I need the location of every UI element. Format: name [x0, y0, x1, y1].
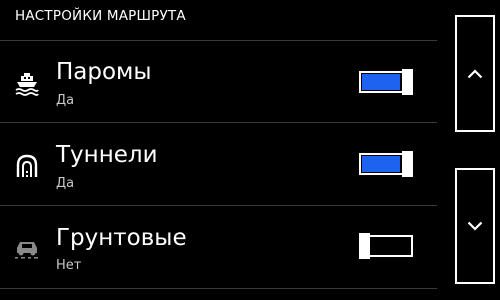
tunnel-icon: [14, 153, 40, 179]
setting-row-tunnels[interactable]: Туннели Да: [0, 123, 437, 205]
toggle-fill: [362, 156, 400, 172]
page-title: НАСТРОЙКИ МАРШРУТА: [15, 8, 186, 24]
unpaved-toggle[interactable]: [359, 233, 413, 259]
setting-status: Да: [56, 176, 75, 191]
scroll-up-button[interactable]: [455, 15, 495, 132]
tunnels-toggle[interactable]: [359, 151, 413, 177]
chevron-down-icon: [467, 221, 483, 231]
toggle-fill: [362, 74, 400, 90]
setting-title: Туннели: [56, 142, 158, 168]
ferries-toggle[interactable]: [359, 69, 413, 95]
toggle-thumb: [402, 151, 413, 177]
divider: [0, 288, 437, 289]
setting-row-unpaved[interactable]: Грунтовые Нет: [0, 206, 437, 288]
setting-status: Да: [56, 93, 75, 108]
unpaved-road-icon: [14, 234, 40, 260]
scroll-down-button[interactable]: [455, 168, 495, 284]
setting-title: Паромы: [56, 59, 152, 85]
setting-row-ferries[interactable]: Паромы Да: [0, 41, 437, 123]
ferry-icon: [14, 70, 40, 96]
setting-title: Грунтовые: [56, 225, 187, 251]
chevron-up-icon: [467, 68, 483, 78]
toggle-thumb: [402, 69, 413, 95]
toggle-thumb: [359, 233, 370, 259]
setting-status: Нет: [56, 258, 82, 273]
